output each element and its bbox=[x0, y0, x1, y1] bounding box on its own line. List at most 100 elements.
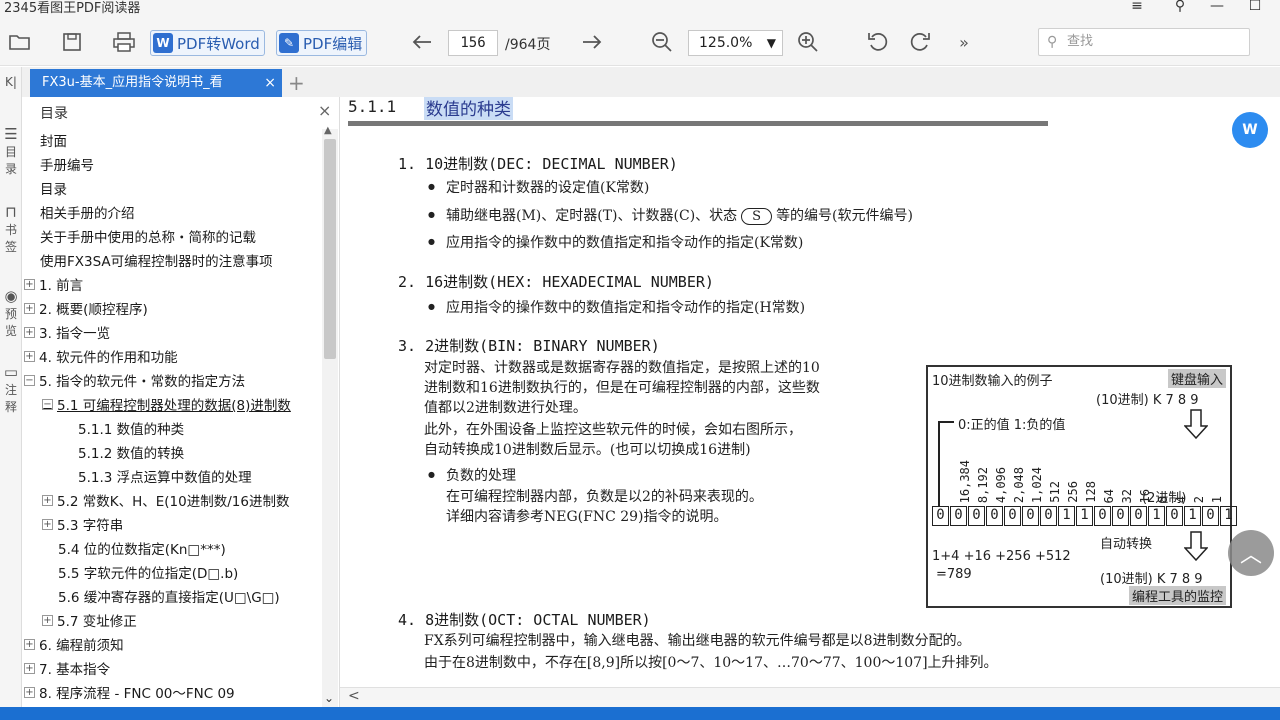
toc-item[interactable]: +5.2 常数K、H、E(10进制数/16进制数 bbox=[42, 489, 289, 511]
decimal-bullet-2-pre: 辅助继电器(M)、定时器(T)、计数器(C)、状态 bbox=[446, 208, 738, 224]
expand-toggle-icon[interactable]: − bbox=[24, 374, 35, 386]
toc-item[interactable]: 5.5 字软元件的位指定(D□.b) bbox=[58, 561, 238, 583]
toc-item-label: 相关手册的介绍 bbox=[40, 206, 135, 222]
expand-toggle-icon[interactable]: + bbox=[24, 638, 35, 650]
bit-weight: 32 bbox=[1120, 488, 1134, 503]
expand-toggle-icon[interactable]: + bbox=[24, 662, 35, 674]
word-icon: W bbox=[153, 33, 173, 53]
save-icon[interactable] bbox=[60, 30, 84, 54]
toc-item[interactable]: −5. 指令的软元件・常数的指定方法 bbox=[24, 369, 245, 391]
toc-item[interactable]: +7. 基本指令 bbox=[24, 657, 110, 679]
expand-toggle-icon[interactable]: + bbox=[24, 278, 35, 290]
toc-item[interactable]: +4. 软元件的作用和功能 bbox=[24, 345, 178, 367]
toc-item[interactable]: +5.3 字符串 bbox=[42, 513, 123, 535]
bookmark-panel-button[interactable]: ⊓ 书签 bbox=[0, 203, 22, 255]
tab-bar: FX3u-基本_应用指令说明书_看 × + bbox=[0, 67, 1280, 97]
expand-toggle-icon[interactable]: + bbox=[24, 302, 35, 314]
toc-item-label: 5.4 位的位数指定(Kn□***) bbox=[58, 542, 226, 558]
expand-toggle-icon[interactable]: + bbox=[24, 350, 35, 362]
binary-bit: 0 bbox=[1094, 506, 1111, 526]
toc-panel-button[interactable]: ☰ 目录 bbox=[0, 125, 22, 177]
comment-panel-button[interactable]: ▭ 注释 bbox=[0, 363, 22, 415]
state-s-symbol: S bbox=[741, 208, 773, 225]
toc-item[interactable]: 5.1.2 数值的转换 bbox=[78, 441, 184, 463]
expand-toggle-icon[interactable]: + bbox=[24, 326, 35, 338]
toc-item[interactable]: +2. 概要(顺控程序) bbox=[24, 297, 148, 319]
zoom-select[interactable]: 125.0% ▼ bbox=[688, 30, 783, 56]
negative-para-1: 在可编程控制器内部，负数是以2的补码来表现的。 bbox=[446, 489, 763, 505]
expand-toggle-icon[interactable]: + bbox=[42, 518, 53, 530]
open-folder-icon[interactable] bbox=[8, 30, 32, 54]
toc-item[interactable]: 相关手册的介绍 bbox=[40, 201, 135, 223]
sign-bit-line bbox=[938, 421, 954, 423]
more-icon[interactable]: » bbox=[952, 30, 976, 54]
print-icon[interactable] bbox=[112, 30, 136, 54]
search-input[interactable]: ⚲ 查找 bbox=[1038, 28, 1250, 56]
page-total: /964页 bbox=[505, 37, 551, 53]
chevron-left-icon[interactable]: < bbox=[348, 688, 360, 704]
toc-scrollbar[interactable]: ▲ ⌄ bbox=[322, 125, 338, 707]
zoom-in-icon[interactable] bbox=[796, 30, 820, 54]
page-number-input[interactable]: 156 bbox=[448, 30, 498, 56]
rotate-right-icon[interactable] bbox=[908, 30, 932, 54]
expand-toggle-icon[interactable]: + bbox=[42, 494, 53, 506]
add-tab-button[interactable]: + bbox=[288, 71, 305, 95]
toc-item[interactable]: +3. 指令一览 bbox=[24, 321, 110, 343]
expand-toggle-icon[interactable]: + bbox=[24, 686, 35, 698]
toc-item[interactable]: 目录 bbox=[40, 177, 67, 199]
toc-item-label: 5.2 常数K、H、E(10进制数/16进制数 bbox=[57, 494, 290, 510]
back-to-top-button[interactable]: ︿ bbox=[1228, 530, 1274, 576]
toc-item[interactable]: +8. 程序流程 - FNC 00～FNC 09 bbox=[24, 681, 235, 703]
decimal-bullet-2-post: 等的编号(软元件编号) bbox=[776, 208, 913, 224]
binary-bit: 1 bbox=[1058, 506, 1075, 526]
heading-binary: 3. 2进制数(BIN: BINARY NUMBER) bbox=[398, 337, 660, 355]
toc-item[interactable]: 5.6 缓冲寄存器的直接指定(U□\G□) bbox=[58, 585, 280, 607]
search-placeholder: 查找 bbox=[1067, 34, 1094, 49]
toc-item[interactable]: −5.1 可编程控制器处理的数据(8)进制数 bbox=[42, 393, 291, 415]
decimal-bullet-3: 应用指令的操作数中的数值指定和指令动作的指定(K常数) bbox=[428, 232, 803, 252]
next-page-icon[interactable] bbox=[580, 30, 604, 54]
toc-item[interactable]: 手册编号 bbox=[40, 153, 94, 175]
scroll-thumb[interactable] bbox=[324, 139, 336, 359]
pdf-to-word-button[interactable]: W PDF转Word bbox=[150, 30, 265, 56]
pdf-to-word-label: PDF转Word bbox=[177, 34, 260, 53]
chevron-down-icon[interactable]: ⌄ bbox=[324, 691, 334, 705]
rotate-left-icon[interactable] bbox=[866, 30, 890, 54]
toc-item[interactable]: +6. 编程前须知 bbox=[24, 633, 124, 655]
bit-weight: 1,024 bbox=[1030, 466, 1044, 503]
toc-item[interactable]: +1. 前言 bbox=[24, 273, 83, 295]
close-icon[interactable]: × bbox=[318, 101, 331, 120]
toc-item[interactable]: 5.1.3 浮点运算中数值的处理 bbox=[78, 465, 252, 487]
menu-icon[interactable]: ≡ bbox=[1127, 0, 1147, 14]
word-convert-float-button[interactable]: W bbox=[1232, 112, 1268, 148]
toc-item[interactable]: 封面 bbox=[40, 129, 67, 151]
collapse-panel-button[interactable]: K| bbox=[0, 75, 22, 89]
document-view[interactable]: 5.1.1 数值的种类 1. 10进制数(DEC: DECIMAL NUMBER… bbox=[340, 97, 1280, 687]
eye-icon: ◉ bbox=[4, 287, 18, 305]
octal-para-1: FX系列可编程控制器中，输入继电器、输出继电器的软元件编号都是以8进制数分配的。 bbox=[424, 633, 971, 649]
edit-icon: ✎ bbox=[279, 33, 299, 53]
chevron-up-icon[interactable]: ▲ bbox=[324, 125, 332, 136]
sum-expression: 1+4 +16 +256 +512 bbox=[932, 549, 1071, 564]
pdf-edit-button[interactable]: ✎ PDF编辑 bbox=[276, 30, 368, 56]
preview-panel-button[interactable]: ◉ 预览 bbox=[0, 287, 22, 339]
prev-page-icon[interactable] bbox=[410, 30, 434, 54]
close-icon[interactable]: × bbox=[264, 69, 276, 97]
binary-bits: 00000001100010101 bbox=[932, 506, 1238, 526]
toc-item[interactable]: 关于手册中使用的总称・简称的记载 bbox=[40, 225, 256, 247]
toc-item-label: 6. 编程前须知 bbox=[39, 638, 124, 654]
toc-item[interactable]: 使用FX3SA可编程控制器时的注意事项 bbox=[40, 249, 273, 271]
toc-item[interactable]: 5.4 位的位数指定(Kn□***) bbox=[58, 537, 226, 559]
expand-toggle-icon[interactable]: + bbox=[42, 614, 53, 626]
expand-toggle-icon[interactable]: − bbox=[42, 398, 53, 410]
zoom-out-icon[interactable] bbox=[650, 30, 674, 54]
minimize-button[interactable]: — bbox=[1207, 0, 1227, 14]
maximize-button[interactable]: ☐ bbox=[1245, 0, 1265, 14]
horizontal-scrollbar[interactable]: < bbox=[340, 687, 1280, 707]
decimal-input-example-figure: 10进制数输入的例子 键盘输入 (10进制) K 7 8 9 0:正的值 1:负… bbox=[926, 365, 1237, 608]
toc-item[interactable]: 5.1.1 数值的种类 bbox=[78, 417, 184, 439]
document-tab[interactable]: FX3u-基本_应用指令说明书_看 × bbox=[30, 69, 282, 97]
skin-icon[interactable]: ⚲ bbox=[1170, 0, 1190, 14]
arrow-down-icon bbox=[1184, 531, 1208, 561]
toc-item[interactable]: +5.7 变址修正 bbox=[42, 609, 137, 631]
